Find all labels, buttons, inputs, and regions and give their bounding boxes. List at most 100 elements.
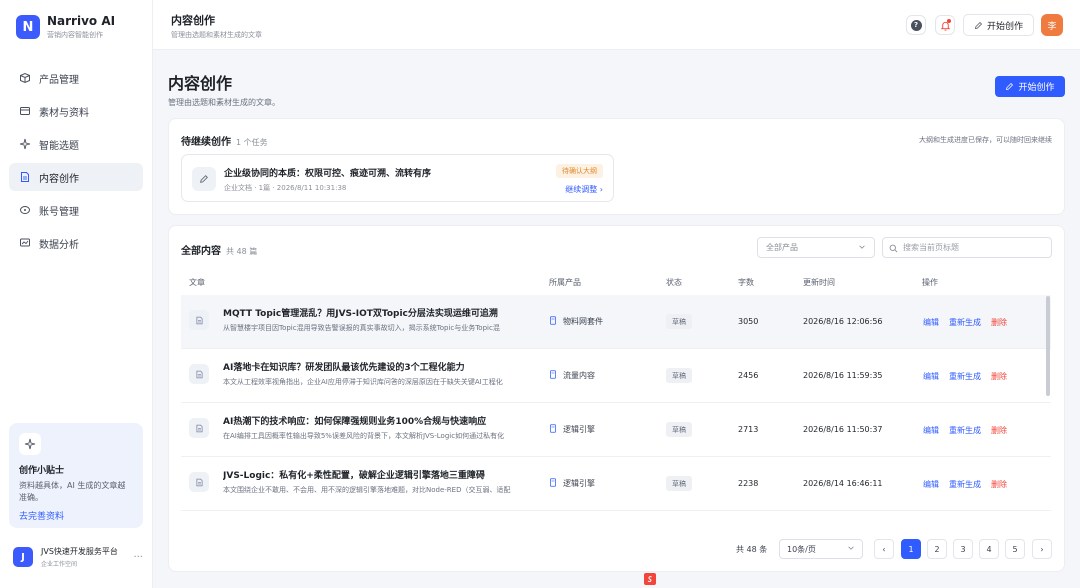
avatar: J [13,547,33,567]
topbar: 内容创作 管理由选题和素材生成的文章 ? 开始创作 李 [153,0,1080,50]
article-summary: 在AI编排工具因概率性输出导致5%误差风险的背景下，本文解析JVS-Logic如… [223,432,505,440]
help-icon: ? [910,19,922,31]
next-page-button[interactable]: › [1032,539,1052,559]
word-count: 3050 [738,317,759,326]
start-creating-primary-button[interactable]: 开始创作 [995,76,1065,97]
table-row[interactable]: AI热潮下的技术响应：如何保障强规则业务100%合规与快速响应 在AI编排工具因… [181,403,1051,457]
all-content-title: 全部内容共 48 篇 [181,246,258,257]
regenerate-button[interactable]: 重新生成 [949,371,981,382]
delete-button[interactable]: 删除 [991,317,1007,328]
delete-button[interactable]: 删除 [991,425,1007,436]
column-header: 更新时间 [803,278,835,287]
sidebar-nav: 产品管理 素材与资料 智能选题 内容创作 账号管理 数据分析 [9,64,143,262]
article-title-link[interactable]: AI落地卡在知识库？研发团队最该优先建设的3个工程化能力 [223,360,543,373]
floating-widget[interactable] [644,572,674,586]
updated-time: 2026/8/16 12:06:56 [803,317,883,326]
more-icon[interactable]: ··· [133,552,143,563]
article-title-link[interactable]: MQTT Topic管理混乱？用JVS-IOT双Topic分层法实现运维可追溯 [223,306,543,319]
updated-time: 2026/8/16 11:59:35 [803,371,883,380]
row-actions: 编辑 重新生成 删除 [923,371,1007,382]
pagination: 共 48 条 10条/页 ‹ 1 2 3 4 5 › [169,536,1064,566]
document-icon [189,310,209,330]
sparkle-icon [19,433,41,455]
regenerate-button[interactable]: 重新生成 [949,425,981,436]
box-icon [19,72,31,84]
help-button[interactable]: ? [906,15,926,35]
edit-button[interactable]: 编辑 [923,425,939,436]
updated-time: 2026/8/14 16:46:11 [803,479,883,488]
table-scrollbar[interactable] [1046,296,1050,396]
continue-adjust-link[interactable]: 继续调整 › [565,184,603,195]
pen-icon [1005,82,1014,91]
table-row[interactable]: JVS-Logic：私有化+柔性配置，破解企业逻辑引擎落地三重障碍 本文围绕企业… [181,457,1051,511]
sidebar-item-products[interactable]: 产品管理 [9,64,143,92]
product-filter-select[interactable]: 全部产品 [757,237,875,258]
article-summary: 本文从工程效率视角指出，企业AI应用停滞于知识库问答的深层原因在于缺失关键AI工… [223,378,503,386]
total-count: 共 48 条 [736,545,768,554]
edit-button[interactable]: 编辑 [923,371,939,382]
sidebar-item-label: 内容创作 [39,173,79,185]
pending-task-card[interactable]: 企业级协同的本质：权限可控、痕迹可溯、流转有序 企业文档 · 1篇 · 2026… [181,154,614,202]
delete-button[interactable]: 删除 [991,371,1007,382]
task-title: 企业级协同的本质：权限可控、痕迹可溯、流转有序 [224,169,432,179]
complete-profile-link[interactable]: 去完善资料 [19,509,133,522]
edit-button[interactable]: 编辑 [923,479,939,490]
pending-section: 待继续创作 1 个任务 大纲和生成进度已保存，可以随时回来继续 企业级协同的本质：… [168,118,1065,215]
page-size-select[interactable]: 10条/页 [779,539,863,559]
regenerate-button[interactable]: 重新生成 [949,317,981,328]
tip-title: 创作小贴士 [19,466,65,476]
topbar-subtitle: 管理由选题和素材生成的文章 [171,31,262,39]
page-button-4[interactable]: 4 [979,539,999,559]
pending-count: 1 个任务 [236,138,268,147]
status-badge: 待确认大纲 [556,164,603,178]
search-input[interactable] [903,243,1043,252]
regenerate-button[interactable]: 重新生成 [949,479,981,490]
user-avatar[interactable]: 李 [1041,14,1063,36]
article-title-link[interactable]: AI热潮下的技术响应：如何保障强规则业务100%合规与快速响应 [223,414,543,427]
sidebar-item-accounts[interactable]: 账号管理 [9,196,143,224]
edit-button[interactable]: 编辑 [923,317,939,328]
sidebar-item-content[interactable]: 内容创作 [9,163,143,191]
article-title-link[interactable]: JVS-Logic：私有化+柔性配置，破解企业逻辑引擎落地三重障碍 [223,468,543,481]
table-row[interactable]: MQTT Topic管理混乱？用JVS-IOT双Topic分层法实现运维可追溯 … [181,295,1051,349]
notification-button[interactable] [935,15,955,35]
pen-icon [192,167,216,191]
table-row[interactable]: AI落地卡在知识库？研发团队最该优先建设的3个工程化能力 本文从工程效率视角指出… [181,349,1051,403]
sidebar-item-analytics[interactable]: 数据分析 [9,229,143,257]
sidebar-item-materials[interactable]: 素材与资料 [9,97,143,125]
start-creating-button[interactable]: 开始创作 [963,14,1034,36]
sidebar: N Narrivo AI 营销内容智能创作 产品管理 素材与资料 智能选题 内容… [0,0,153,588]
article-summary: 本文围绕企业不敢用、不会用、用不深的逻辑引擎落地难题，对比Node-RED（交互… [223,486,511,494]
status-badge: 草稿 [666,368,692,383]
prev-page-button[interactable]: ‹ [874,539,894,559]
row-actions: 编辑 重新生成 删除 [923,317,1007,328]
all-content-count: 共 48 篇 [226,247,258,256]
page-button-2[interactable]: 2 [927,539,947,559]
brand[interactable]: N Narrivo AI 营销内容智能创作 [16,14,115,40]
search-icon [889,238,898,257]
sidebar-item-topics[interactable]: 智能选题 [9,130,143,158]
page-button-5[interactable]: 5 [1005,539,1025,559]
brand-logo: N [16,15,40,39]
page-button-3[interactable]: 3 [953,539,973,559]
tip-card: 创作小贴士 资料越具体，AI 生成的文章越准确。 去完善资料 [9,423,143,528]
notification-badge [947,19,951,23]
product-cell: 逻辑引擎 [549,424,595,435]
sidebar-item-label: 产品管理 [39,74,79,86]
document-icon [189,364,209,384]
brand-name: Narrivo AI [47,14,116,28]
word-count: 2713 [738,425,759,434]
row-actions: 编辑 重新生成 删除 [923,425,1007,436]
page-button-1[interactable]: 1 [901,539,921,559]
product-cell: 流量内容 [549,370,595,381]
delete-button[interactable]: 删除 [991,479,1007,490]
pending-note: 大纲和生成进度已保存，可以随时回来继续 [919,136,1052,144]
sidebar-item-label: 智能选题 [39,140,79,152]
word-count: 2238 [738,479,759,488]
product-cell: 物料网套件 [549,316,603,327]
status-badge: 草稿 [666,422,692,437]
account-switcher[interactable]: J JVS快速开发服务平台 企业工作空间 ··· [13,546,143,568]
updated-time: 2026/8/16 11:50:37 [803,425,883,434]
account-subtitle: 企业工作空间 [41,561,78,568]
column-header: 状态 [666,278,682,287]
